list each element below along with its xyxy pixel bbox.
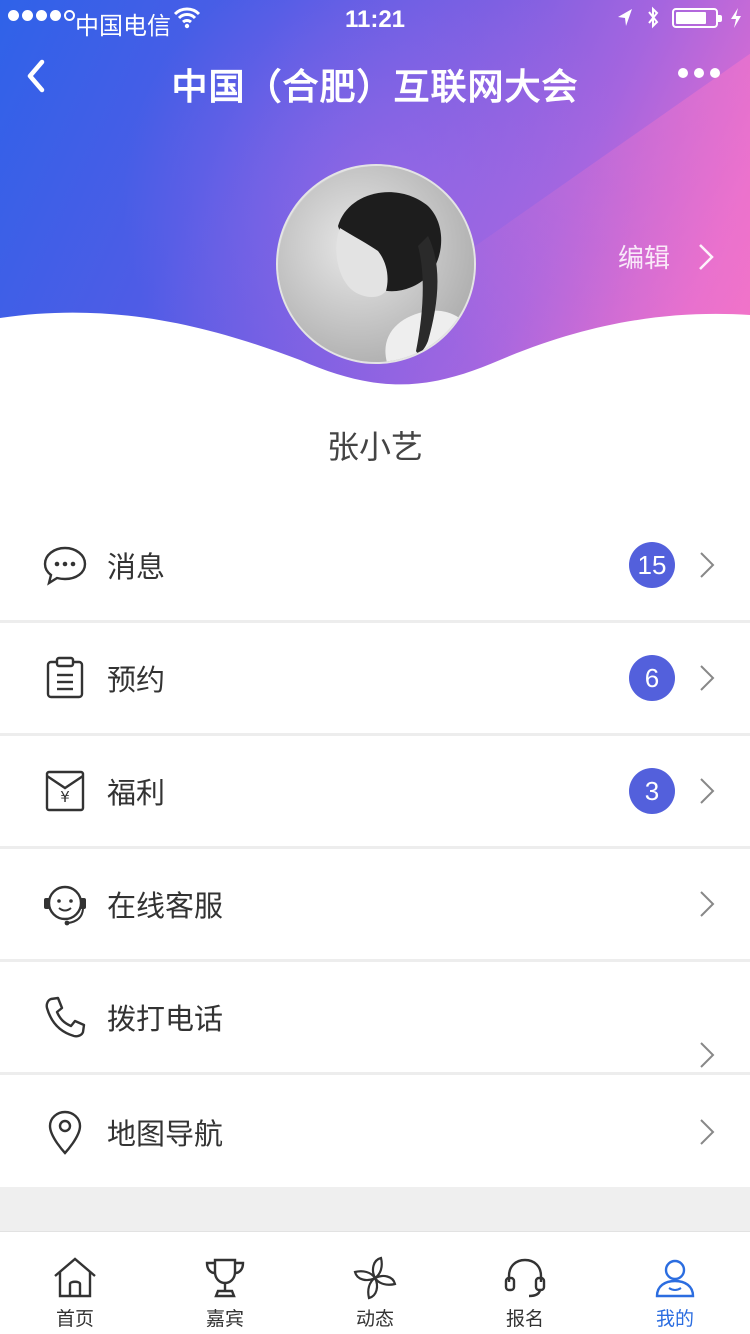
tab-guests[interactable]: 嘉宾 — [150, 1232, 300, 1334]
bluetooth-icon — [648, 6, 659, 29]
menu-item-label: 福利 — [107, 778, 166, 810]
menu-item-call[interactable]: 拨打电话 — [0, 962, 750, 1075]
tab-label: 首页 — [55, 1309, 94, 1330]
chevron-right-icon — [700, 1118, 715, 1145]
svg-text:¥: ¥ — [60, 788, 70, 806]
red-envelope-icon: ¥ — [45, 770, 85, 812]
chevron-right-icon — [700, 1042, 715, 1068]
menu-item-benefits[interactable]: ¥ 福利 3 — [0, 736, 750, 849]
phone-icon — [45, 996, 86, 1038]
menu-item-map-navigation[interactable]: 地图导航 — [0, 1075, 750, 1188]
tab-bar: 首页 嘉宾 动态 报名 我的 — [0, 1231, 750, 1334]
count-badge: 15 — [629, 542, 675, 588]
chevron-right-icon — [700, 778, 715, 804]
map-pin-icon — [48, 1110, 82, 1155]
avatar[interactable] — [276, 164, 476, 364]
tab-label: 我的 — [655, 1309, 694, 1330]
edit-label: 编辑 — [617, 243, 670, 273]
tab-updates[interactable]: 动态 — [300, 1232, 450, 1334]
edit-profile-button[interactable]: 编辑 — [618, 238, 714, 275]
customer-service-icon — [44, 885, 86, 926]
chevron-right-icon — [700, 891, 715, 917]
menu-item-label: 地图导航 — [107, 1118, 224, 1151]
clipboard-icon — [46, 656, 84, 699]
status-bar: 中国电信 11:21 — [0, 0, 750, 40]
section-divider — [0, 1187, 750, 1231]
user-icon — [655, 1259, 695, 1298]
menu-item-online-service[interactable]: 在线客服 — [0, 849, 750, 962]
battery-icon — [672, 8, 722, 28]
nav-bar: 中国（合肥）互联网大会 — [0, 40, 750, 128]
charging-icon — [731, 8, 741, 28]
tab-label: 动态 — [355, 1309, 394, 1330]
pinwheel-icon — [353, 1256, 397, 1300]
chevron-right-icon — [700, 552, 715, 578]
count-badge: 3 — [629, 768, 675, 814]
chevron-right-icon — [700, 665, 715, 691]
menu-item-label: 拨打电话 — [107, 1004, 224, 1036]
tab-label: 报名 — [505, 1309, 544, 1330]
headset-icon — [504, 1258, 546, 1298]
tab-mine[interactable]: 我的 — [600, 1232, 750, 1334]
count-badge: 6 — [629, 655, 675, 701]
tab-label: 嘉宾 — [205, 1309, 244, 1330]
home-icon — [54, 1257, 96, 1298]
chevron-right-icon — [699, 243, 714, 270]
trophy-icon — [205, 1258, 245, 1298]
menu-item-label: 消息 — [107, 552, 166, 584]
menu-item-label: 在线客服 — [107, 891, 224, 923]
page-title: 中国（合肥）互联网大会 — [171, 66, 579, 107]
menu-item-messages[interactable]: 消息 15 — [0, 510, 750, 623]
tab-register[interactable]: 报名 — [450, 1232, 600, 1334]
menu-item-label: 预约 — [107, 665, 166, 697]
message-icon — [43, 546, 87, 586]
profile-menu: 消息 15 预约 6 ¥ 福利 3 在线客服 拨打电话 地图导航 — [0, 510, 750, 1188]
tab-home[interactable]: 首页 — [0, 1232, 150, 1334]
username: 张小艺 — [326, 429, 423, 465]
location-arrow-icon — [618, 9, 632, 26]
more-icon[interactable] — [678, 68, 720, 78]
menu-item-appointments[interactable]: 预约 6 — [0, 623, 750, 736]
